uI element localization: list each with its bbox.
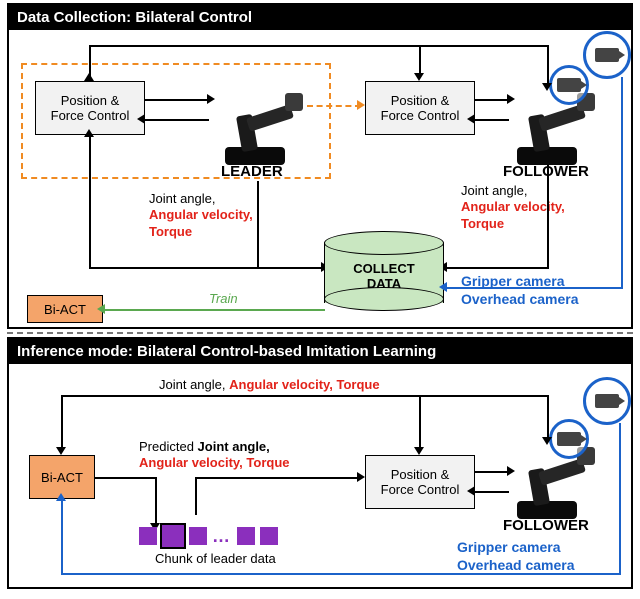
follower-label-bot: FOLLOWER: [503, 517, 589, 536]
gripper-camera-icon-bot: [549, 419, 589, 459]
arrow-train: [103, 309, 325, 311]
gripper-camera-label: Gripper camera: [461, 273, 565, 291]
chunk-square: [260, 527, 278, 545]
leader-signal-label: Joint angle, Angular velocity, Torque: [149, 191, 253, 240]
leader-robot-icon: [215, 85, 305, 165]
follower-signal-label: Joint angle, Angular velocity, Torque: [461, 183, 565, 232]
arrow-pfc2-follower-top: [475, 99, 509, 101]
overhead-camera-label-bot: Overhead camera: [457, 557, 575, 575]
collect-data-cylinder: COLLECT DATA: [324, 231, 444, 311]
overhead-camera-label: Overhead camera: [461, 291, 579, 309]
follower-label: FOLLOWER: [503, 163, 589, 182]
arrow-camera-blue-v: [621, 77, 623, 289]
arrow-leader-to-pfc2: [307, 105, 361, 107]
arrow-leader-down: [257, 181, 259, 267]
predicted-label: Predicted Joint angle, Angular velocity,…: [139, 439, 289, 472]
chunk-square: [237, 527, 255, 545]
feedback-label: Joint angle, Angular velocity, Torque: [159, 377, 380, 393]
train-label: Train: [209, 291, 238, 307]
biact-box-top: Bi-ACT: [27, 295, 103, 323]
arrow-top-h: [89, 45, 549, 47]
chunk-ellipsis: …: [212, 526, 232, 547]
pfc-inference-box: Position & Force Control: [365, 455, 475, 509]
data-collection-panel: Data Collection: Bilateral Control Posit…: [7, 3, 633, 329]
pfc-follower-box: Position & Force Control: [365, 81, 475, 135]
bot-title: Inference mode: Bilateral Control-based …: [9, 339, 631, 364]
arrow-feedback-top: [61, 395, 547, 397]
top-title: Data Collection: Bilateral Control: [9, 5, 631, 30]
arrow-pfc2-follower-bot: [475, 119, 509, 121]
inference-panel: Inference mode: Bilateral Control-based …: [7, 337, 633, 589]
chunk-square: [139, 527, 157, 545]
arrow-pfc-leader-top: [145, 99, 209, 101]
panel-separator: [7, 332, 633, 334]
chunk-label: Chunk of leader data: [155, 551, 276, 567]
chunk-of-leader-data: …: [139, 525, 278, 547]
arrow-top-v3: [547, 45, 549, 85]
arrow-pfc-leader-bot: [145, 119, 209, 121]
arrow-camera-blue-v-bot: [619, 423, 621, 575]
gripper-camera-icon: [549, 65, 589, 105]
leader-label: LEADER: [221, 163, 283, 182]
arrow-top-v2: [419, 45, 421, 75]
chunk-square: [189, 527, 207, 545]
pfc-leader-box: Position & Force Control: [35, 81, 145, 135]
arrow-follower-down: [547, 165, 549, 267]
chunk-square-selected: [162, 525, 184, 547]
overhead-camera-icon: [583, 31, 631, 79]
gripper-camera-label-bot: Gripper camera: [457, 539, 561, 557]
overhead-camera-icon-bot: [583, 377, 631, 425]
